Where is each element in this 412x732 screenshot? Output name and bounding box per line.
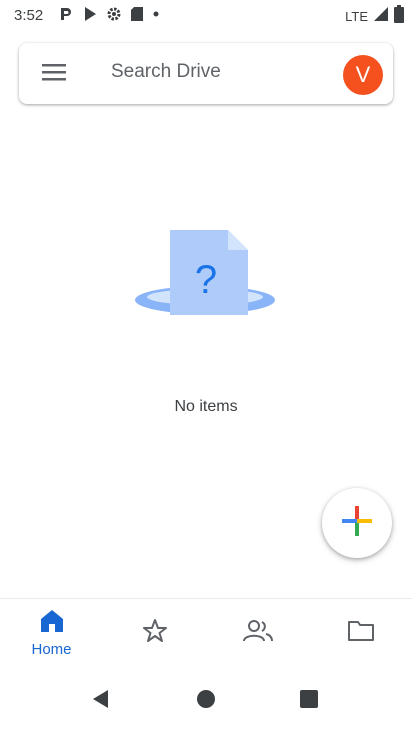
status-bar: 3:52 LTE <box>0 0 412 32</box>
empty-state-message: No items <box>174 398 238 415</box>
system-navigation-bar <box>0 668 412 732</box>
signal-icon <box>373 6 389 27</box>
notification-icons <box>58 6 160 26</box>
file-question-icon: ? <box>130 230 280 329</box>
nav-starred[interactable] <box>103 599 206 667</box>
new-button[interactable] <box>322 488 392 558</box>
recents-square-icon <box>298 688 320 715</box>
nav-home[interactable]: Home <box>0 599 103 667</box>
dot-icon <box>152 6 160 27</box>
settings-gear-icon <box>106 6 122 27</box>
search-input[interactable]: Search Drive <box>111 61 221 83</box>
home-system-button[interactable] <box>193 688 219 714</box>
folder-icon <box>347 619 375 648</box>
play-store-icon <box>82 6 98 27</box>
svg-text:?: ? <box>195 258 217 302</box>
home-icon <box>39 608 65 639</box>
status-time: 3:52 <box>14 7 44 24</box>
bottom-navigation: Home <box>0 598 412 666</box>
star-icon <box>142 618 168 649</box>
battery-icon <box>394 4 404 28</box>
notification-p-icon <box>58 6 74 27</box>
nav-shared[interactable] <box>206 599 309 667</box>
shared-people-icon <box>242 618 274 649</box>
home-circle-icon <box>195 688 217 715</box>
drive-home-screen: 3:52 LTE Search Drive V ? No items Home <box>0 0 412 732</box>
nav-home-label: Home <box>31 641 72 658</box>
plus-icon <box>340 504 374 543</box>
hamburger-menu-icon <box>41 62 67 87</box>
back-triangle-icon <box>90 688 112 715</box>
empty-state-illustration: ? <box>130 225 280 325</box>
network-type: LTE <box>345 8 368 24</box>
sd-card-icon <box>130 6 144 27</box>
search-bar[interactable]: Search Drive V <box>19 43 393 104</box>
account-avatar[interactable]: V <box>343 55 383 95</box>
back-button[interactable] <box>88 688 114 714</box>
avatar-initial: V <box>355 62 371 87</box>
menu-button[interactable] <box>39 59 69 89</box>
recents-button[interactable] <box>296 688 322 714</box>
system-status-icons: LTE <box>345 4 404 28</box>
nav-files[interactable] <box>309 599 412 667</box>
